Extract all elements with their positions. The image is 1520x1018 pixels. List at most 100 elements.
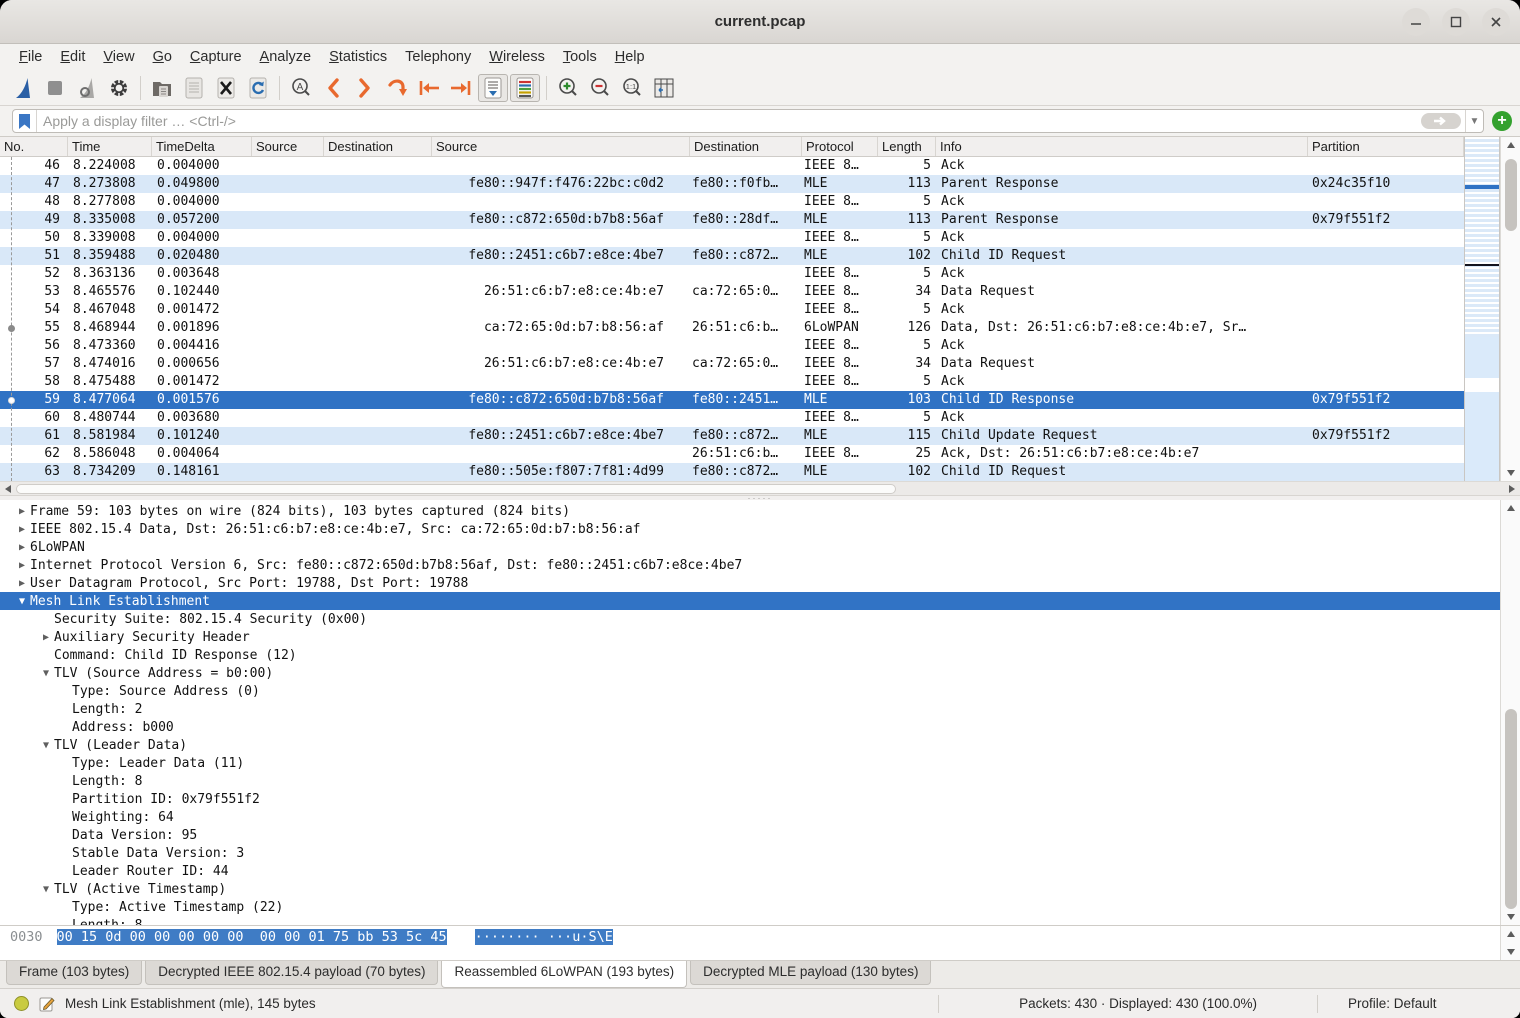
column-header-destination[interactable]: Destination bbox=[324, 137, 432, 156]
menu-wireless[interactable]: Wireless bbox=[480, 47, 554, 67]
menu-view[interactable]: View bbox=[94, 47, 143, 67]
menu-telephony[interactable]: Telephony bbox=[396, 47, 480, 67]
packet-list-hscrollbar[interactable] bbox=[0, 481, 1520, 495]
packet-row-51[interactable]: 518.3594880.020480fe80::2451:c6b7:e8ce:4… bbox=[0, 247, 1464, 265]
resize-columns-icon[interactable] bbox=[649, 74, 679, 102]
expander-closed-icon[interactable]: ▶ bbox=[38, 632, 54, 643]
expander-closed-icon[interactable]: ▶ bbox=[14, 578, 30, 589]
maximize-button[interactable] bbox=[1442, 8, 1470, 36]
tree-row[interactable]: Leader Router ID: 44 bbox=[0, 862, 1500, 880]
column-header-info[interactable]: Info bbox=[936, 137, 1308, 156]
close-file-icon[interactable] bbox=[211, 74, 241, 102]
minimize-button[interactable] bbox=[1402, 8, 1430, 36]
tree-row[interactable]: ▶Frame 59: 103 bytes on wire (824 bits),… bbox=[0, 502, 1500, 520]
packet-row-47[interactable]: 478.2738080.049800fe80::947f:f476:22bc:c… bbox=[0, 175, 1464, 193]
column-header-time[interactable]: Time bbox=[68, 137, 152, 156]
tree-row[interactable]: Partition ID: 0x79f551f2 bbox=[0, 790, 1500, 808]
menu-tools[interactable]: Tools bbox=[554, 47, 606, 67]
go-to-packet-icon[interactable] bbox=[382, 74, 412, 102]
packet-row-61[interactable]: 618.5819840.101240fe80::2451:c6b7:e8ce:4… bbox=[0, 427, 1464, 445]
packet-row-59[interactable]: 598.4770640.001576fe80::c872:650d:b7b8:5… bbox=[0, 391, 1464, 409]
hex-bytes-selected[interactable]: 00 15 0d 00 00 00 00 00 00 00 01 75 bb 5… bbox=[57, 929, 447, 945]
tree-row[interactable]: ▶Internet Protocol Version 6, Src: fe80:… bbox=[0, 556, 1500, 574]
open-file-icon[interactable] bbox=[147, 74, 177, 102]
menu-capture[interactable]: Capture bbox=[181, 47, 251, 67]
intelligent-scrollbar-minimap[interactable] bbox=[1464, 137, 1500, 481]
scrollbar-thumb[interactable] bbox=[1505, 709, 1517, 909]
expander-closed-icon[interactable]: ▶ bbox=[14, 524, 30, 535]
add-filter-button[interactable]: + bbox=[1492, 111, 1512, 131]
bytes-tab-frame-103-bytes-[interactable]: Frame (103 bytes) bbox=[6, 961, 142, 985]
tree-row[interactable]: Type: Source Address (0) bbox=[0, 682, 1500, 700]
menu-file[interactable]: File bbox=[10, 47, 51, 67]
tree-row[interactable]: ▶IEEE 802.15.4 Data, Dst: 26:51:c6:b7:e8… bbox=[0, 520, 1500, 538]
packet-row-50[interactable]: 508.3390080.004000IEEE 8…5Ack bbox=[0, 229, 1464, 247]
tree-row[interactable]: Length: 8 bbox=[0, 772, 1500, 790]
column-header-source[interactable]: Source bbox=[432, 137, 690, 156]
tree-row[interactable]: Weighting: 64 bbox=[0, 808, 1500, 826]
capture-comment-icon[interactable] bbox=[39, 996, 55, 1012]
menu-edit[interactable]: Edit bbox=[51, 47, 94, 67]
tree-row[interactable]: Length: 8 bbox=[0, 916, 1500, 925]
hex-ascii-selected[interactable]: ········ ···u·S\E bbox=[475, 929, 613, 945]
packet-bytes-pane[interactable]: 0030 00 15 0d 00 00 00 00 00 00 00 01 75… bbox=[0, 926, 1520, 960]
column-header-protocol[interactable]: Protocol bbox=[802, 137, 878, 156]
tree-row[interactable]: Type: Active Timestamp (22) bbox=[0, 898, 1500, 916]
packet-row-48[interactable]: 488.2778080.004000IEEE 8…5Ack bbox=[0, 193, 1464, 211]
go-first-icon[interactable] bbox=[414, 74, 444, 102]
scroll-down-icon[interactable] bbox=[1501, 465, 1520, 481]
scroll-up-icon[interactable] bbox=[1501, 926, 1520, 942]
expander-closed-icon[interactable]: ▶ bbox=[14, 506, 30, 517]
stop-capture-icon[interactable] bbox=[40, 74, 70, 102]
column-header-timedelta[interactable]: TimeDelta bbox=[152, 137, 252, 156]
filter-dropdown-caret[interactable]: ▼ bbox=[1465, 110, 1483, 132]
tree-row[interactable]: Type: Leader Data (11) bbox=[0, 754, 1500, 772]
tree-row[interactable]: ▶6LoWPAN bbox=[0, 538, 1500, 556]
capture-options-icon[interactable] bbox=[104, 74, 134, 102]
tree-row[interactable]: ▼TLV (Source Address = b0:00) bbox=[0, 664, 1500, 682]
expander-open-icon[interactable]: ▼ bbox=[14, 596, 30, 607]
tree-row[interactable]: Command: Child ID Response (12) bbox=[0, 646, 1500, 664]
auto-scroll-icon[interactable] bbox=[478, 74, 508, 102]
scroll-down-icon[interactable] bbox=[1501, 944, 1520, 960]
packet-row-52[interactable]: 528.3631360.003648IEEE 8…5Ack bbox=[0, 265, 1464, 283]
zoom-in-icon[interactable] bbox=[553, 74, 583, 102]
menu-analyze[interactable]: Analyze bbox=[251, 47, 321, 67]
scroll-left-icon[interactable] bbox=[0, 481, 16, 497]
scroll-up-icon[interactable] bbox=[1501, 137, 1520, 153]
zoom-out-icon[interactable] bbox=[585, 74, 615, 102]
scroll-up-icon[interactable] bbox=[1501, 500, 1520, 516]
bytes-tab-decrypted-ieee-802-15-4-payload-70-bytes-[interactable]: Decrypted IEEE 802.15.4 payload (70 byte… bbox=[145, 961, 438, 985]
column-header-partition[interactable]: Partition bbox=[1308, 137, 1464, 156]
tree-row[interactable]: Security Suite: 802.15.4 Security (0x00) bbox=[0, 610, 1500, 628]
zoom-100-icon[interactable]: 1:1 bbox=[617, 74, 647, 102]
tree-row[interactable]: ▶User Datagram Protocol, Src Port: 19788… bbox=[0, 574, 1500, 592]
tree-row[interactable]: Length: 2 bbox=[0, 700, 1500, 718]
save-file-icon[interactable] bbox=[179, 74, 209, 102]
display-filter-input[interactable]: Apply a display filter … <Ctrl-/> ▼ bbox=[12, 109, 1484, 133]
go-last-icon[interactable] bbox=[446, 74, 476, 102]
column-header-length[interactable]: Length bbox=[878, 137, 936, 156]
packet-list-vscrollbar[interactable] bbox=[1500, 137, 1520, 481]
expander-open-icon[interactable]: ▼ bbox=[38, 884, 54, 895]
expander-closed-icon[interactable]: ▶ bbox=[14, 542, 30, 553]
packet-row-57[interactable]: 578.4740160.00065626:51:c6:b7:e8:ce:4b:e… bbox=[0, 355, 1464, 373]
tree-row[interactable]: ▼TLV (Leader Data) bbox=[0, 736, 1500, 754]
resize-grip[interactable] bbox=[1508, 989, 1520, 1018]
packet-row-46[interactable]: 468.2240080.004000IEEE 8…5Ack bbox=[0, 157, 1464, 175]
hex-vscrollbar[interactable] bbox=[1500, 926, 1520, 960]
tree-row[interactable]: ▼Mesh Link Establishment bbox=[0, 592, 1500, 610]
tree-row[interactable]: ▶Auxiliary Security Header bbox=[0, 628, 1500, 646]
apply-filter-button[interactable] bbox=[1421, 113, 1461, 129]
packet-row-54[interactable]: 548.4670480.001472IEEE 8…5Ack bbox=[0, 301, 1464, 319]
column-header-source[interactable]: Source bbox=[252, 137, 324, 156]
titlebar[interactable]: current.pcap bbox=[0, 0, 1520, 44]
go-forward-icon[interactable] bbox=[350, 74, 380, 102]
scroll-down-icon[interactable] bbox=[1501, 909, 1520, 925]
expander-open-icon[interactable]: ▼ bbox=[38, 740, 54, 751]
menu-statistics[interactable]: Statistics bbox=[320, 47, 396, 67]
menu-go[interactable]: Go bbox=[144, 47, 181, 67]
expander-open-icon[interactable]: ▼ bbox=[38, 668, 54, 679]
restart-capture-icon[interactable] bbox=[72, 74, 102, 102]
expander-closed-icon[interactable]: ▶ bbox=[14, 560, 30, 571]
